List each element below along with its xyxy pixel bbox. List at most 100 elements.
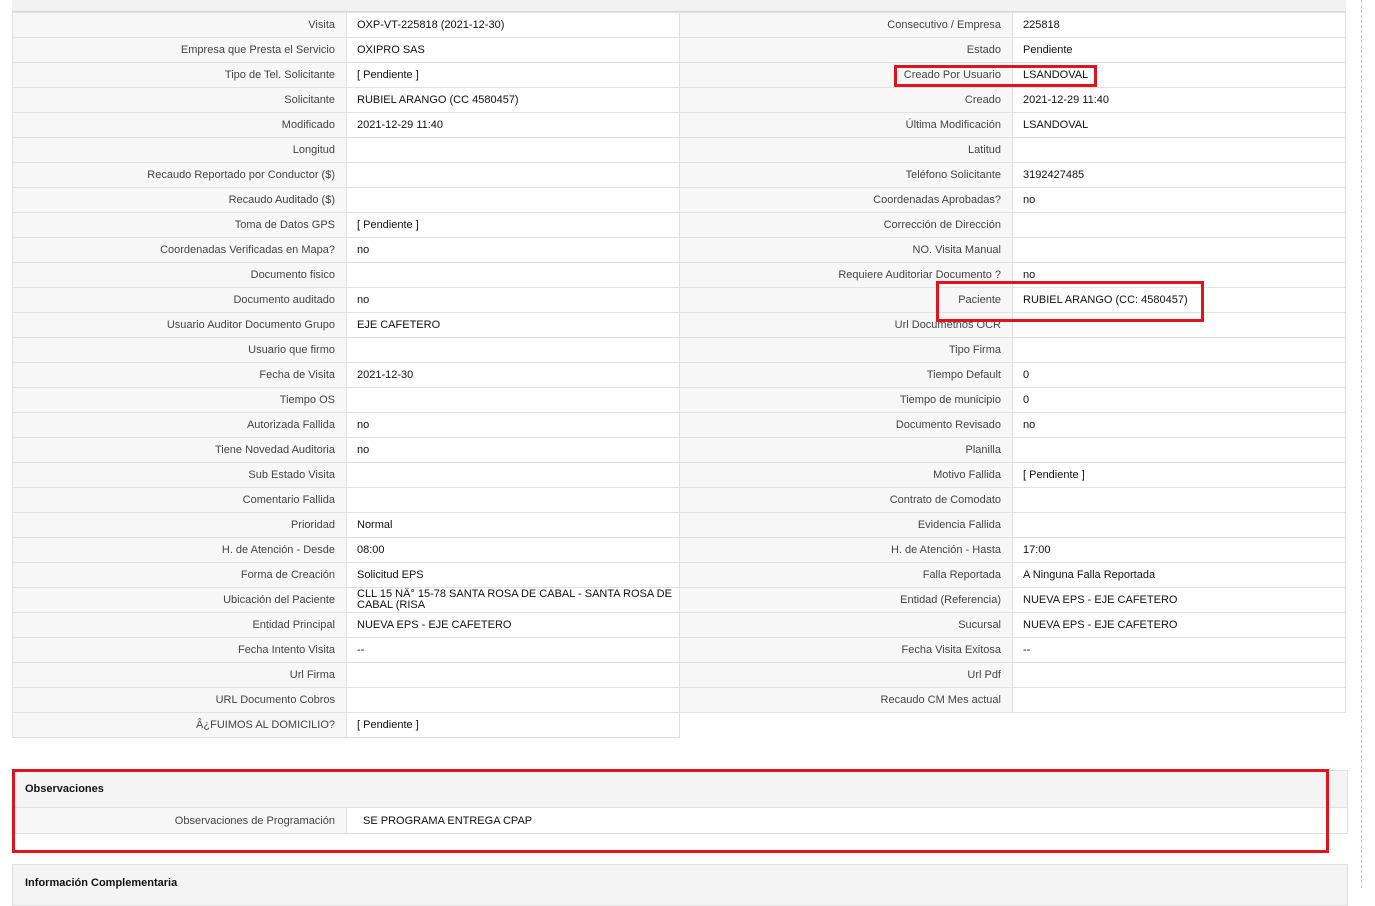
field-row-comentario-fallida: Comentario Fallida — [13, 488, 680, 513]
field-row-url-firma: Url Firma — [13, 663, 680, 688]
field-label: Estado — [680, 38, 1013, 63]
field-value: -- — [1013, 638, 1346, 663]
field-label: Entidad (Referencia) — [680, 588, 1013, 613]
field-row-forma-de-creacion: Forma de Creación Solicitud EPS — [13, 563, 680, 588]
field-label: Tipo de Tel. Solicitante — [13, 63, 347, 88]
field-label: Â¿FUIMOS AL DOMICILIO? — [13, 713, 347, 738]
observaciones-row: Observaciones de Programación SE PROGRAM… — [13, 808, 1347, 833]
field-value — [1013, 238, 1346, 263]
field-label: Url Documetnos OCR — [680, 313, 1013, 338]
visit-details-left-column: Visita OXP-VT-225818 (2021-12-30) Empresa … — [12, 12, 680, 738]
field-label: Sucursal — [680, 613, 1013, 638]
field-row-empresa-que-presta-el-servicio: Empresa que Presta el Servicio OXIPRO SAS — [13, 38, 680, 63]
field-value: [ Pendiente ] — [1013, 463, 1346, 488]
field-row-documento-auditado: Documento auditado no — [13, 288, 680, 313]
field-value: NUEVA EPS - EJE CAFETERO — [1013, 588, 1346, 613]
field-value: RUBIEL ARANGO (CC 4580457) — [347, 88, 680, 113]
field-label: Tiene Novedad Auditoria — [13, 438, 347, 463]
field-value — [347, 163, 680, 188]
field-row-paciente: Paciente RUBIEL ARANGO (CC: 4580457) — [680, 288, 1346, 313]
field-label: NO. Visita Manual — [680, 238, 1013, 263]
field-row-longitud: Longitud — [13, 138, 680, 163]
field-value: A Ninguna Falla Reportada — [1013, 563, 1346, 588]
field-value — [347, 463, 680, 488]
field-value — [347, 338, 680, 363]
field-label: Corrección de Dirección — [680, 213, 1013, 238]
field-row-motivo-fallida: Motivo Fallida[ Pendiente ] — [680, 463, 1346, 488]
field-value: OXP-VT-225818 (2021-12-30) — [347, 13, 680, 38]
field-row-entidad-principal: Entidad Principal NUEVA EPS - EJE CAFETER… — [13, 613, 680, 638]
field-value: RUBIEL ARANGO (CC: 4580457) — [1013, 288, 1346, 313]
field-value — [347, 138, 680, 163]
field-label: Solicitante — [13, 88, 347, 113]
field-row-tiempo-default: Tiempo Default 0 — [680, 363, 1346, 388]
field-row-coordenadas-aprobadas: Coordenadas Aprobadas? no — [680, 188, 1346, 213]
page-divider — [1361, 0, 1362, 888]
field-value: [ Pendiente ] — [347, 213, 680, 238]
field-value: Normal — [347, 513, 680, 538]
field-value: [ Pendiente ] — [347, 63, 680, 88]
field-value: Pendiente — [1013, 38, 1346, 63]
field-label: Usuario Auditor Documento Grupo — [13, 313, 347, 338]
field-row-tipo-de-tel-solicitante: Tipo de Tel. Solicitante[ Pendiente ] — [13, 63, 680, 88]
field-row-toma-de-datos-gps: Toma de Datos GPS[ Pendiente ] — [13, 213, 680, 238]
field-row-fecha-intento-visita: Fecha Intento Visita -- — [13, 638, 680, 663]
field-row-solicitante: Solicitante RUBIEL ARANGO (CC 4580457) — [13, 88, 680, 113]
field-value — [1013, 488, 1346, 513]
field-label: Creado — [680, 88, 1013, 113]
field-value — [1013, 313, 1346, 338]
field-row-falla-reportada: Falla Reportada A Ninguna Falla Reportada — [680, 563, 1346, 588]
field-label: Coordenadas Aprobadas? — [680, 188, 1013, 213]
informacion-complementaria-title: Información Complementaria — [13, 865, 1347, 891]
field-row-creado-por-usuario: Creado Por Usuario LSANDOVAL — [680, 63, 1346, 88]
field-label: Falla Reportada — [680, 563, 1013, 588]
field-row-recaudo-cm-mes-actual: Recaudo CM Mes actual — [680, 688, 1346, 713]
field-value — [347, 263, 680, 288]
field-value: no — [347, 413, 680, 438]
field-label: Forma de Creación — [13, 563, 347, 588]
field-value: no — [347, 238, 680, 263]
field-label: Empresa que Presta el Servicio — [13, 38, 347, 63]
field-row-a-fuimos-al-domicilio: Â¿FUIMOS AL DOMICILIO?[ Pendiente ] — [13, 713, 680, 738]
field-value: 0 — [1013, 388, 1346, 413]
field-row-documento-revisado: Documento Revisado no — [680, 413, 1346, 438]
field-value: 0 — [1013, 363, 1346, 388]
field-row-usuario-auditor-documento-grupo: Usuario Auditor Documento Grupo EJE CAFET… — [13, 313, 680, 338]
field-label: H. de Atención - Hasta — [680, 538, 1013, 563]
observaciones-programacion-label: Observaciones de Programación — [13, 808, 347, 833]
field-label: Tipo Firma — [680, 338, 1013, 363]
observaciones-title: Observaciones — [13, 771, 1347, 808]
field-label: Toma de Datos GPS — [13, 213, 347, 238]
visit-details-right-column: Consecutivo / Empresa 225818 Estado Pendien… — [680, 12, 1346, 713]
field-row-fecha-visita-exitosa: Fecha Visita Exitosa -- — [680, 638, 1346, 663]
field-label: Visita — [13, 13, 347, 38]
informacion-complementaria-section: Información Complementaria — [12, 864, 1348, 906]
field-label: Paciente — [680, 288, 1013, 313]
field-value: 225818 — [1013, 13, 1346, 38]
field-value: 3192427485 — [1013, 163, 1346, 188]
field-row-creado: Creado 2021-12-29 11:40 — [680, 88, 1346, 113]
field-row-prioridad: Prioridad Normal — [13, 513, 680, 538]
top-panel-edge — [12, 0, 1346, 12]
field-value: LSANDOVAL — [1013, 113, 1346, 138]
field-row-requiere-auditoriar-documento: Requiere Auditoriar Documento ? no — [680, 263, 1346, 288]
field-row-h-de-atencion-desde: H. de Atención - Desde 08:00 — [13, 538, 680, 563]
field-row-usuario-que-firmo: Usuario que firmo — [13, 338, 680, 363]
field-label: Documento fisico — [13, 263, 347, 288]
field-label: Recaudo CM Mes actual — [680, 688, 1013, 713]
field-value — [1013, 138, 1346, 163]
field-label: Entidad Principal — [13, 613, 347, 638]
field-label: Planilla — [680, 438, 1013, 463]
field-value: NUEVA EPS - EJE CAFETERO — [347, 613, 680, 638]
field-row-fecha-de-visita: Fecha de Visita 2021-12-30 — [13, 363, 680, 388]
field-label: Fecha de Visita — [13, 363, 347, 388]
field-value — [1013, 338, 1346, 363]
field-label: Recaudo Reportado por Conductor ($) — [13, 163, 347, 188]
field-label: Coordenadas Verificadas en Mapa? — [13, 238, 347, 263]
field-row-visita: Visita OXP-VT-225818 (2021-12-30) — [13, 13, 680, 38]
field-row-entidad-referencia: Entidad (Referencia) NUEVA EPS - EJE CAFE… — [680, 588, 1346, 613]
field-label: Fecha Intento Visita — [13, 638, 347, 663]
field-value — [1013, 663, 1346, 688]
field-value — [347, 688, 680, 713]
field-label: H. de Atención - Desde — [13, 538, 347, 563]
